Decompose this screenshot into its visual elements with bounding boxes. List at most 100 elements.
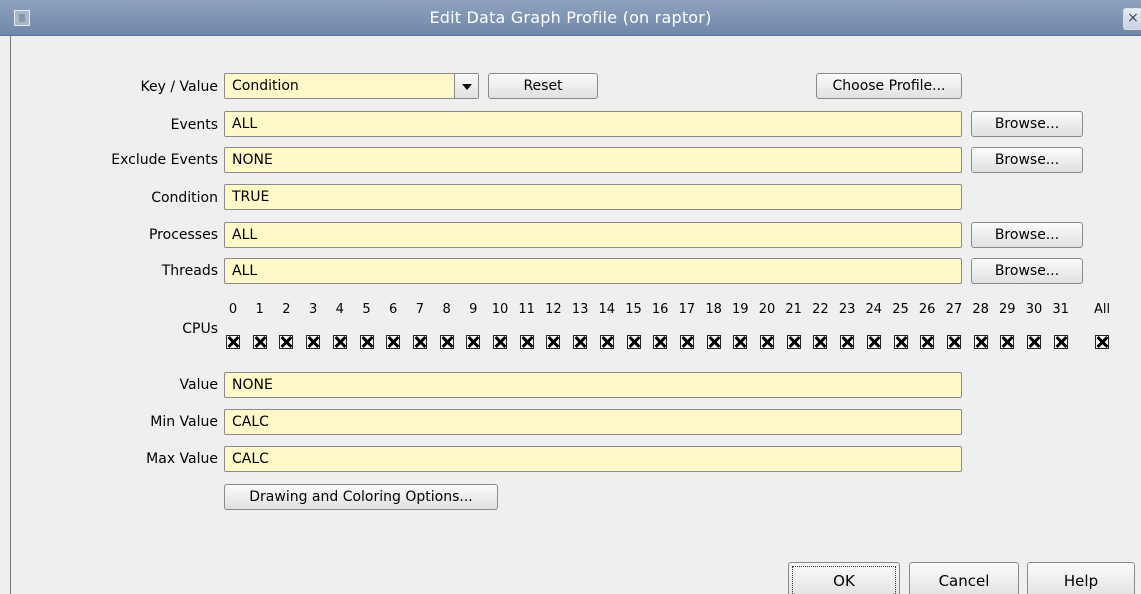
cpu-number-label: 18 xyxy=(705,302,722,317)
events-field[interactable]: ALL xyxy=(224,111,962,137)
cpu-number-label: 14 xyxy=(598,302,616,317)
cpu-number-label: 7 xyxy=(415,302,425,317)
cpu-number-label: 6 xyxy=(389,302,398,317)
cpu-number-label: 16 xyxy=(651,302,669,317)
cpu-checkbox-21[interactable] xyxy=(786,335,801,349)
dialog-body: Key / Value Condition Reset Choose Profi… xyxy=(10,36,1141,594)
threads-browse-button[interactable]: Browse... xyxy=(971,258,1083,284)
cpu-checkbox-7[interactable] xyxy=(412,335,427,349)
cpu-checkbox-17[interactable] xyxy=(679,335,694,349)
chevron-down-icon[interactable] xyxy=(454,74,478,98)
cpu-checkbox-16[interactable] xyxy=(653,335,668,349)
cpu-checkbox-18[interactable] xyxy=(706,335,721,349)
title-bar: Edit Data Graph Profile (on raptor) × xyxy=(0,0,1141,36)
min-value-label: Min Value xyxy=(150,414,218,430)
key-value-label: Key / Value xyxy=(140,79,218,95)
max-value-label: Max Value xyxy=(146,451,218,467)
cpu-number-label: 29 xyxy=(999,302,1016,317)
cpu-number-label: 0 xyxy=(228,302,238,317)
cpu-checkbox-29[interactable] xyxy=(1000,335,1015,349)
cpu-number-label: 8 xyxy=(442,302,451,317)
condition-field[interactable]: TRUE xyxy=(224,184,962,210)
cpu-checkbox-24[interactable] xyxy=(866,335,881,349)
cpu-number-label: 12 xyxy=(545,302,562,317)
cpu-number-label: 9 xyxy=(469,302,478,317)
exclude-events-browse-button[interactable]: Browse... xyxy=(971,147,1083,173)
cpu-number-label: 20 xyxy=(758,302,776,317)
cpu-number-label: 3 xyxy=(308,302,318,317)
processes-browse-button[interactable]: Browse... xyxy=(971,222,1083,248)
cpu-number-label: 1 xyxy=(255,302,264,317)
cpu-checkbox-3[interactable] xyxy=(306,335,321,349)
cpu-number-label: 21 xyxy=(785,302,802,317)
cpu-number-label: 17 xyxy=(678,302,696,317)
cpu-number-label: 15 xyxy=(625,302,642,317)
cpu-checkbox-11[interactable] xyxy=(519,335,534,349)
help-button[interactable]: Help xyxy=(1027,562,1135,594)
cpu-number-label: 31 xyxy=(1052,302,1069,317)
ok-button[interactable]: OK xyxy=(788,562,900,594)
cpu-checkbox-23[interactable] xyxy=(840,335,855,349)
cpu-number-label: 22 xyxy=(812,302,829,317)
choose-profile-button[interactable]: Choose Profile... xyxy=(816,73,962,99)
cpu-checkbox-5[interactable] xyxy=(359,335,374,349)
cpu-checkbox-19[interactable] xyxy=(733,335,748,349)
window-title: Edit Data Graph Profile (on raptor) xyxy=(429,8,712,27)
cpu-checkbox-6[interactable] xyxy=(386,335,401,349)
condition-label: Condition xyxy=(151,190,218,206)
threads-label: Threads xyxy=(161,263,218,279)
cpu-checkbox-1[interactable] xyxy=(252,335,267,349)
cpu-number-label: 4 xyxy=(335,302,344,317)
cpu-checkbox-27[interactable] xyxy=(946,335,961,349)
cpu-checkbox-15[interactable] xyxy=(626,335,641,349)
cpu-checkbox-25[interactable] xyxy=(893,335,908,349)
processes-field[interactable]: ALL xyxy=(224,222,962,248)
cpu-checkbox-30[interactable] xyxy=(1027,335,1041,349)
cpu-number-label: 25 xyxy=(892,302,909,317)
cpu-checkbox-31[interactable] xyxy=(1053,335,1068,349)
cpu-number-label: 23 xyxy=(838,302,856,317)
cpu-checkbox-14[interactable] xyxy=(599,335,614,349)
exclude-events-label: Exclude Events xyxy=(111,152,218,168)
cpu-number-label: 28 xyxy=(972,302,989,317)
cpus-label: CPUs xyxy=(182,321,218,337)
cpu-checkbox-12[interactable] xyxy=(546,335,561,349)
reset-button[interactable]: Reset xyxy=(488,73,598,99)
cpu-checkbox-13[interactable] xyxy=(573,335,588,349)
cpu-number-label: 24 xyxy=(865,302,883,317)
cpu-checkbox-20[interactable] xyxy=(760,335,774,349)
value-label: Value xyxy=(179,377,218,393)
cancel-button[interactable]: Cancel xyxy=(909,562,1019,594)
processes-label: Processes xyxy=(148,227,218,243)
threads-field[interactable]: ALL xyxy=(224,258,962,284)
drawing-coloring-options-button[interactable]: Drawing and Coloring Options... xyxy=(224,484,498,510)
exclude-events-field[interactable]: NONE xyxy=(224,147,962,173)
cpu-number-label: 13 xyxy=(571,302,589,317)
cpu-all-label: All xyxy=(1093,302,1111,317)
cpu-number-label: 26 xyxy=(918,302,936,317)
max-value-field[interactable]: CALC xyxy=(224,446,962,472)
cpu-number-label: 5 xyxy=(362,302,371,317)
min-value-field[interactable]: CALC xyxy=(224,409,962,435)
close-window-button[interactable]: × xyxy=(1123,8,1141,30)
key-value-select[interactable]: Condition xyxy=(224,73,479,99)
value-field[interactable]: NONE xyxy=(224,372,962,398)
cpu-checkbox-9[interactable] xyxy=(466,335,481,349)
key-value-selected: Condition xyxy=(232,78,299,94)
cpu-checkbox-10[interactable] xyxy=(493,335,507,349)
cpu-checkbox-22[interactable] xyxy=(813,335,828,349)
cpu-checkbox-26[interactable] xyxy=(920,335,935,349)
events-browse-button[interactable]: Browse... xyxy=(971,111,1083,137)
cpu-checkbox-all[interactable] xyxy=(1095,335,1109,349)
cpu-checkbox-2[interactable] xyxy=(279,335,294,349)
cpu-checkbox-8[interactable] xyxy=(439,335,454,349)
cpu-checkbox-0[interactable] xyxy=(226,335,240,349)
cpu-checkbox-28[interactable] xyxy=(973,335,988,349)
cpu-number-label: 27 xyxy=(945,302,963,317)
cpu-checkbox-4[interactable] xyxy=(332,335,347,349)
events-label: Events xyxy=(170,117,218,133)
cpu-number-label: 2 xyxy=(282,302,291,317)
cpu-number-label: 11 xyxy=(518,302,535,317)
cpu-number-label: 19 xyxy=(732,302,749,317)
cpu-number-label: 10 xyxy=(491,302,509,317)
